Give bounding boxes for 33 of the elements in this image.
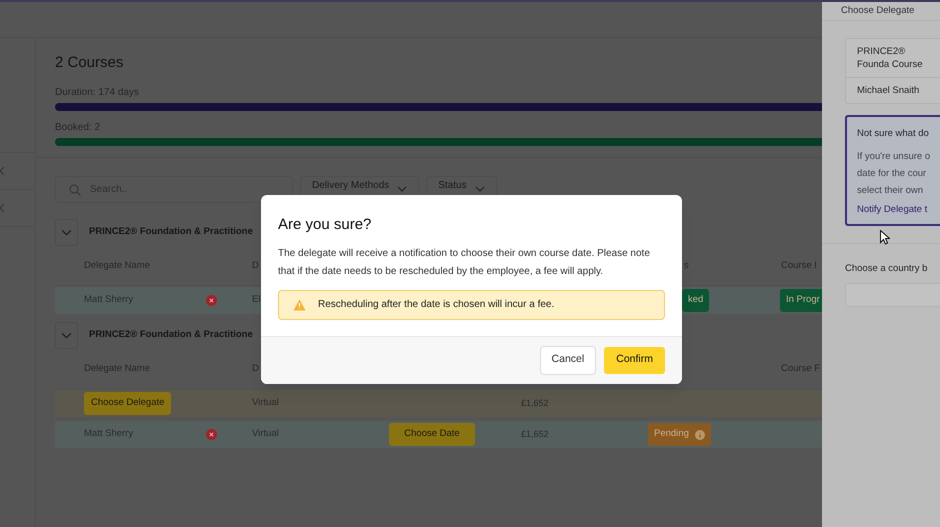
choose-delegate-button[interactable]: Choose Delegate [84, 392, 172, 415]
notify-link[interactable]: Notify Delegate t [857, 203, 930, 218]
info-text: date for the cour [857, 167, 928, 182]
course-title: PRINCE2® Foundation & Practitione [89, 328, 253, 342]
warning-text: Rescheduling after the date is chosen will incur a fee. [318, 298, 554, 312]
cancel-button[interactable]: Cancel [540, 346, 596, 374]
choose-date-button[interactable]: Choose Date [389, 423, 475, 446]
page-title: 2 Courses [55, 54, 124, 72]
info-text: If you're unsure o [857, 150, 930, 164]
chevron-left-icon[interactable] [0, 167, 4, 175]
chevron-down-icon [397, 186, 408, 192]
cursor-icon [880, 230, 890, 245]
summary-text: Michael Snaith [857, 84, 920, 97]
expand-toggle[interactable] [55, 322, 78, 349]
search-icon [69, 184, 81, 196]
remove-icon[interactable] [206, 295, 217, 306]
status-badge: Pending [648, 423, 711, 446]
chevron-down-icon [474, 186, 485, 192]
confirm-button[interactable]: Confirm [604, 346, 665, 374]
info-text: select their own [857, 184, 924, 198]
dialog-message: The delegate will receive a notification to choose their own course date. Please note that if the date needs to be rescheduled by the employee, a fee will apply. [278, 246, 651, 278]
course-title: PRINCE2® Foundation & Practitione [89, 225, 253, 240]
warning-icon [293, 298, 306, 310]
summary-text: PRINCE2® Founda Course [857, 45, 924, 71]
drawer-title: Choose Delegate [841, 4, 914, 18]
remove-icon[interactable] [206, 429, 217, 440]
status-badge: ked [682, 289, 710, 312]
info-heading: Not sure what do [857, 127, 930, 141]
dialog-title: Are you sure? [278, 215, 372, 235]
expand-toggle[interactable] [55, 219, 78, 246]
chevron-left-icon[interactable] [0, 204, 4, 212]
country-label: Choose a country b [845, 262, 928, 276]
info-icon[interactable] [694, 430, 705, 440]
